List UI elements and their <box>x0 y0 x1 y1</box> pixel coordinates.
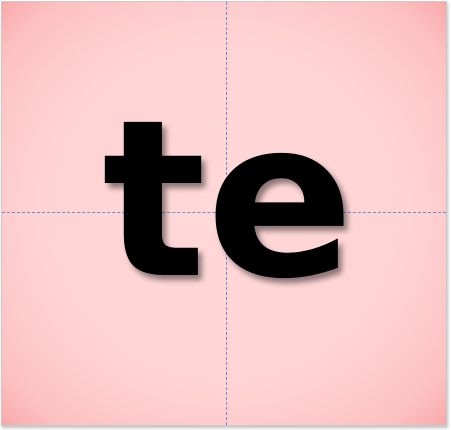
letter-card: te <box>1 1 447 426</box>
letters-text: te <box>102 74 354 327</box>
letter-glyphs: te <box>102 74 354 327</box>
